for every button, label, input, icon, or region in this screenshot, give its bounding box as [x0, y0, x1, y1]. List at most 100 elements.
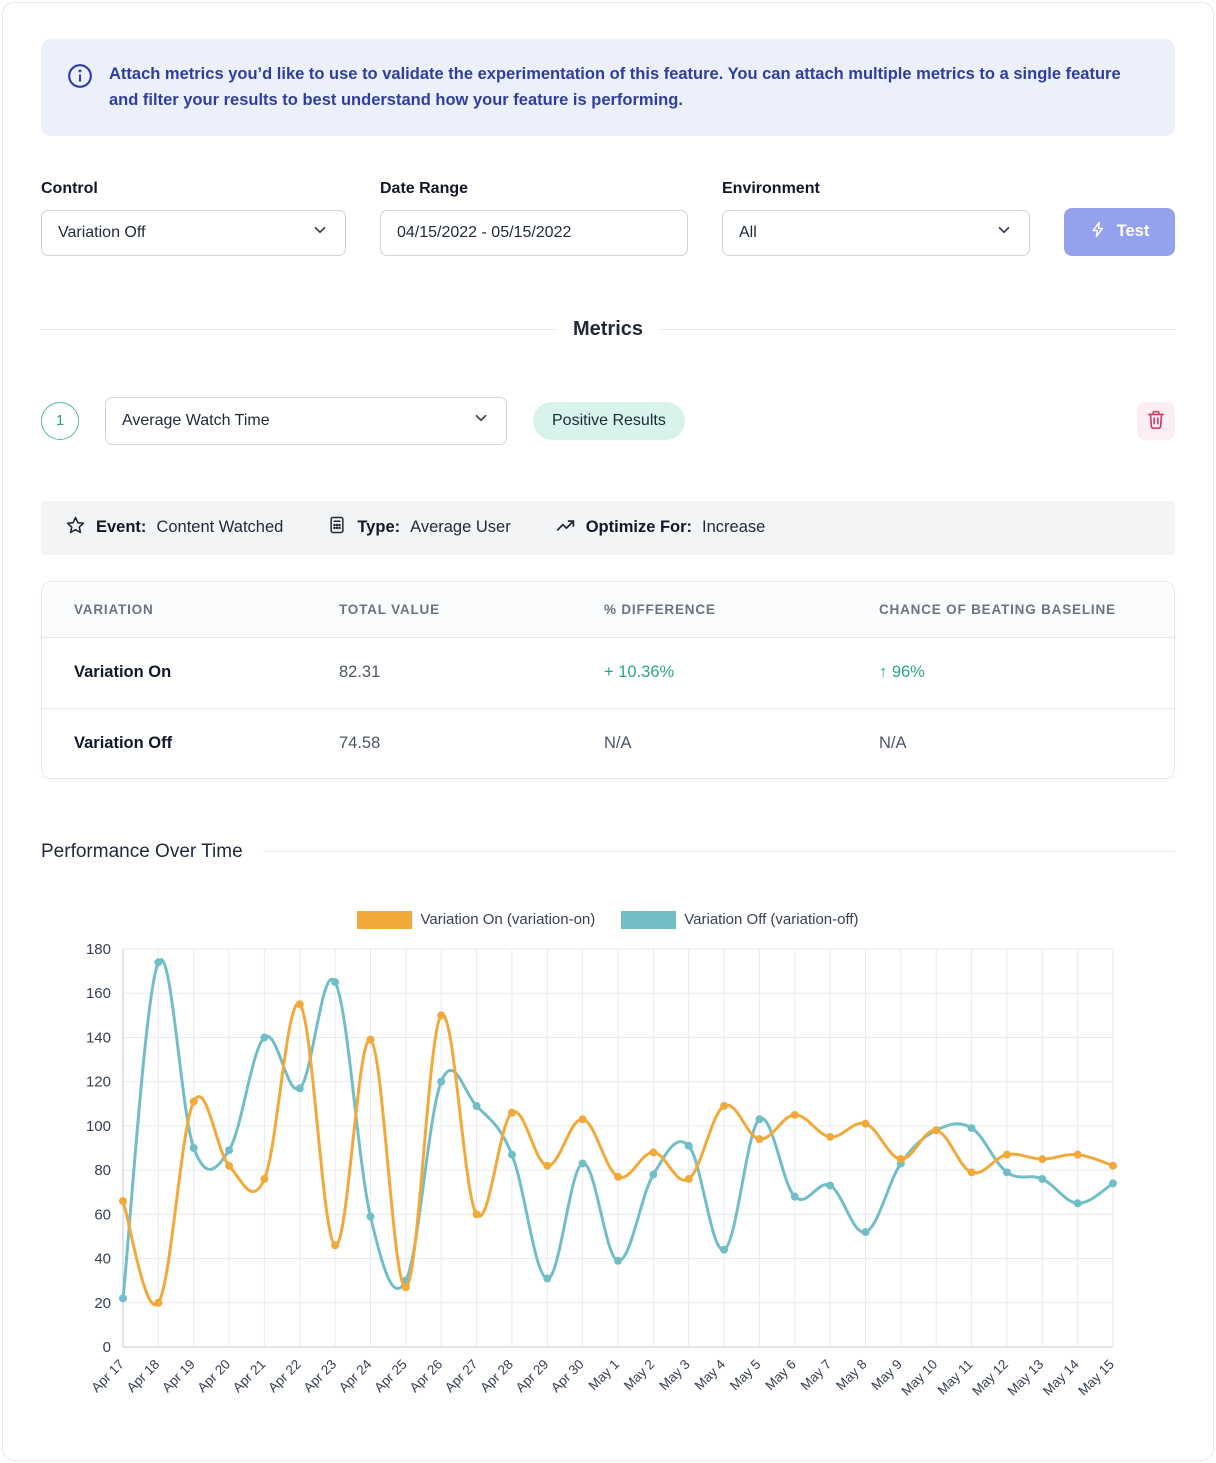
x-axis-tick-label: May 11 [934, 1356, 975, 1397]
experiment-results-page: Attach metrics you’d like to use to vali… [2, 2, 1214, 1461]
calculator-icon [327, 515, 347, 540]
data-point [579, 1159, 587, 1167]
data-point [755, 1135, 763, 1143]
data-point [897, 1155, 905, 1163]
data-point [720, 1102, 728, 1110]
x-axis-tick-label: Apr 28 [477, 1356, 516, 1395]
environment-label: Environment [722, 180, 1030, 198]
x-axis-tick-label: May 1 [586, 1356, 623, 1393]
delete-metric-button[interactable] [1137, 402, 1175, 440]
x-axis-tick-label: May 2 [621, 1356, 658, 1393]
y-axis-tick-label: 40 [94, 1250, 111, 1267]
x-axis-tick-label: Apr 29 [513, 1356, 552, 1395]
environment-select-value: All [739, 224, 757, 242]
x-axis-tick-label: Apr 26 [407, 1356, 446, 1395]
x-axis-tick-label: Apr 25 [371, 1356, 410, 1395]
optimize-detail: Optimize For: Increase [555, 515, 766, 541]
control-select[interactable]: Variation Off [41, 210, 346, 256]
event-value: Content Watched [156, 518, 283, 537]
data-point [154, 1299, 162, 1307]
lightning-icon [1090, 221, 1107, 243]
star-icon [65, 515, 86, 541]
data-point [791, 1111, 799, 1119]
info-banner-text: Attach metrics you’d like to use to vali… [109, 61, 1149, 114]
data-point [755, 1115, 763, 1123]
optimize-value: Increase [702, 518, 765, 537]
legend-item-variation-off[interactable]: Variation Off (variation-off) [621, 911, 858, 929]
control-label: Control [41, 180, 346, 198]
test-button[interactable]: Test [1064, 208, 1175, 256]
x-axis-tick-label: May 5 [727, 1356, 764, 1393]
divider-line [41, 329, 555, 330]
data-point [720, 1245, 728, 1253]
data-point [437, 1011, 445, 1019]
legend-item-variation-on[interactable]: Variation On (variation-on) [357, 911, 595, 929]
data-point [862, 1228, 870, 1236]
legend-label-variation-off: Variation Off (variation-off) [684, 911, 858, 928]
data-point [260, 1175, 268, 1183]
column-header-variation: VARIATION [74, 602, 339, 617]
data-point [473, 1102, 481, 1110]
data-point [190, 1097, 198, 1105]
date-range-input[interactable]: 04/15/2022 - 05/15/2022 [380, 210, 688, 256]
x-axis-tick-label: Apr 20 [194, 1356, 233, 1395]
y-axis-tick-label: 160 [86, 985, 111, 1002]
variation-name: Variation On [74, 663, 339, 682]
x-axis-tick-label: May 14 [1040, 1356, 1082, 1398]
x-axis-tick-label: May 6 [762, 1356, 799, 1393]
x-axis-tick-label: May 8 [833, 1356, 870, 1393]
legend-swatch-variation-off [621, 911, 676, 929]
info-icon [67, 63, 93, 94]
data-point [225, 1161, 233, 1169]
divider-line [263, 851, 1175, 852]
x-axis-tick-label: May 10 [898, 1356, 940, 1398]
data-point [826, 1181, 834, 1189]
data-point [1038, 1175, 1046, 1183]
difference-value: N/A [604, 734, 879, 753]
x-axis-tick-label: Apr 17 [88, 1356, 127, 1395]
control-field: Control Variation Off [41, 180, 346, 256]
y-axis-tick-label: 60 [94, 1206, 111, 1223]
divider-line [661, 329, 1175, 330]
column-header-chance: CHANCE OF BEATING BASELINE [879, 602, 1142, 617]
data-point [1074, 1150, 1082, 1158]
environment-select[interactable]: All [722, 210, 1030, 256]
trending-up-icon [555, 515, 576, 541]
y-axis-tick-label: 80 [94, 1162, 111, 1179]
x-axis-tick-label: May 12 [969, 1356, 1011, 1398]
type-detail: Type: Average User [327, 515, 510, 540]
optimize-label: Optimize For: [586, 518, 692, 537]
column-header-difference: % DIFFERENCE [604, 602, 879, 617]
x-axis-tick-label: May 7 [798, 1356, 835, 1393]
data-point [791, 1192, 799, 1200]
event-detail: Event: Content Watched [65, 515, 283, 541]
data-point [473, 1210, 481, 1218]
data-point [331, 1241, 339, 1249]
data-point [154, 958, 162, 966]
date-range-value: 04/15/2022 - 05/15/2022 [397, 224, 571, 242]
chart-legend: Variation On (variation-on) Variation Of… [41, 911, 1175, 929]
x-axis-tick-label: Apr 19 [159, 1356, 198, 1395]
data-point [543, 1161, 551, 1169]
legend-label-variation-on: Variation On (variation-on) [420, 911, 595, 928]
y-axis-tick-label: 180 [86, 941, 111, 958]
event-label: Event: [96, 518, 146, 537]
data-point [968, 1124, 976, 1132]
data-point [1038, 1155, 1046, 1163]
info-banner: Attach metrics you’d like to use to vali… [41, 39, 1175, 136]
data-point [508, 1108, 516, 1116]
data-point [508, 1150, 516, 1158]
performance-chart-block: Variation On (variation-on) Variation Of… [41, 911, 1175, 1440]
y-axis-tick-label: 0 [103, 1339, 111, 1356]
y-axis-tick-label: 140 [86, 1029, 111, 1046]
x-axis-tick-label: Apr 30 [548, 1356, 587, 1395]
metric-select-value: Average Watch Time [122, 412, 270, 430]
results-table: VARIATION TOTAL VALUE % DIFFERENCE CHANC… [41, 581, 1175, 779]
data-point [437, 1077, 445, 1085]
data-point [260, 1033, 268, 1041]
data-point [367, 1212, 375, 1220]
data-point [862, 1119, 870, 1127]
data-point [296, 1084, 304, 1092]
metric-select[interactable]: Average Watch Time [105, 397, 507, 445]
x-axis-tick-label: Apr 27 [442, 1356, 481, 1395]
